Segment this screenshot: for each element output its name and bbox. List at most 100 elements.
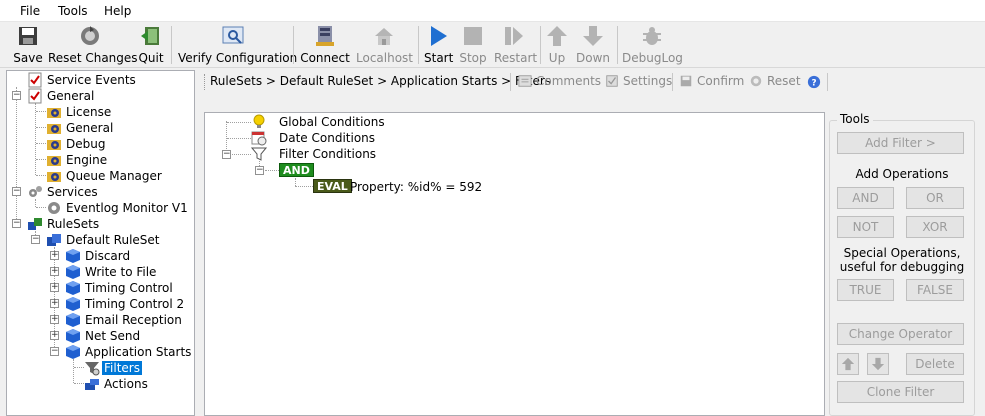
tree-line bbox=[36, 111, 46, 112]
stop-icon bbox=[464, 27, 482, 45]
and-button[interactable]: AND bbox=[837, 187, 894, 209]
reset-changes-button[interactable]: Reset Changes bbox=[48, 24, 138, 66]
reset-icon bbox=[750, 75, 762, 87]
help-icon[interactable]: ? bbox=[807, 75, 821, 89]
calendar-icon bbox=[251, 131, 267, 146]
toolbar-grip bbox=[204, 74, 206, 90]
collapse-toggle[interactable]: − bbox=[222, 150, 231, 159]
comments-button[interactable]: Comments bbox=[518, 73, 606, 91]
and-operator-badge[interactable]: AND bbox=[279, 163, 314, 177]
rule-cube-icon bbox=[66, 249, 80, 263]
add-filter-button[interactable]: Add Filter > bbox=[837, 132, 964, 154]
expand-toggle[interactable]: + bbox=[50, 267, 59, 276]
toolbar-separator bbox=[540, 26, 541, 64]
collapse-toggle[interactable]: − bbox=[50, 347, 59, 356]
tools-panel: Tools Add Filter > Add Operations AND OR… bbox=[829, 112, 975, 416]
content-toolbar: RuleSets > Default RuleSet > Application… bbox=[200, 70, 985, 94]
menu-file[interactable]: File bbox=[20, 4, 40, 18]
start-button[interactable]: Start bbox=[424, 24, 453, 66]
rule-cube-icon bbox=[66, 313, 80, 327]
tree-line bbox=[295, 178, 296, 186]
verify-configuration-icon bbox=[222, 26, 244, 44]
toolbar-separator bbox=[827, 73, 828, 91]
quit-button[interactable]: Quit bbox=[136, 24, 166, 66]
tree-line bbox=[36, 207, 46, 208]
filter-icon bbox=[85, 362, 100, 376]
collapse-toggle[interactable]: − bbox=[12, 91, 21, 100]
add-operations-label: Add Operations bbox=[855, 167, 949, 181]
stop-button[interactable]: Stop bbox=[458, 24, 488, 66]
tree-line bbox=[35, 199, 36, 207]
checklist-icon bbox=[28, 72, 42, 88]
collapse-toggle[interactable]: − bbox=[12, 187, 21, 196]
bug-icon bbox=[643, 27, 661, 45]
toolbar-separator bbox=[510, 73, 511, 91]
collapse-toggle[interactable]: − bbox=[12, 219, 21, 228]
configuration-tree[interactable]: Service Events − General License General… bbox=[6, 70, 195, 416]
up-button[interactable]: Up bbox=[545, 24, 569, 66]
eval-filter-badge[interactable]: EVAL bbox=[313, 179, 352, 193]
save-button[interactable]: Save bbox=[12, 24, 44, 66]
reset-changes-icon bbox=[81, 26, 99, 45]
settings-folder-icon bbox=[47, 172, 61, 182]
move-up-button[interactable] bbox=[837, 353, 859, 375]
collapse-toggle[interactable]: − bbox=[255, 166, 264, 175]
gears-icon bbox=[29, 186, 42, 197]
not-button[interactable]: NOT bbox=[837, 216, 894, 238]
tree-line bbox=[35, 103, 36, 175]
tools-title: Tools bbox=[837, 112, 873, 126]
menu-bar: File Tools Help bbox=[0, 0, 985, 22]
expand-toggle[interactable]: + bbox=[50, 251, 59, 260]
confirm-button[interactable]: Confirm bbox=[679, 73, 745, 91]
reset-button[interactable]: Reset bbox=[749, 73, 803, 91]
rulesets-icon bbox=[28, 218, 42, 230]
rule-cube-icon bbox=[66, 281, 80, 295]
connect-button[interactable]: Connect bbox=[300, 24, 350, 66]
delete-button[interactable]: Delete bbox=[906, 353, 964, 375]
clone-filter-button[interactable]: Clone Filter bbox=[837, 381, 964, 403]
expand-toggle[interactable]: + bbox=[50, 331, 59, 340]
special-operations-label: Special Operations, bbox=[843, 246, 961, 260]
toolbar-separator bbox=[617, 26, 618, 64]
localhost-button[interactable]: Localhost bbox=[356, 24, 413, 66]
expand-toggle[interactable]: + bbox=[50, 315, 59, 324]
arrow-down-icon bbox=[583, 26, 603, 46]
true-button[interactable]: TRUE bbox=[837, 279, 894, 301]
lightbulb-icon bbox=[253, 114, 265, 128]
false-button[interactable]: FALSE bbox=[906, 279, 964, 301]
settings-folder-icon bbox=[47, 156, 61, 166]
debuglog-button[interactable]: DebugLog bbox=[622, 24, 683, 66]
special-operations-sublabel: useful for debugging bbox=[839, 260, 965, 274]
tree-line bbox=[74, 367, 84, 368]
restart-button[interactable]: Restart bbox=[494, 24, 537, 66]
xor-button[interactable]: XOR bbox=[906, 216, 964, 238]
comments-icon bbox=[518, 75, 532, 87]
eval-property-text[interactable]: Property: %id% = 592 bbox=[350, 180, 482, 194]
expand-toggle[interactable]: + bbox=[50, 299, 59, 308]
tree-line bbox=[227, 122, 251, 123]
verify-configuration-button[interactable]: Verify Configuration bbox=[178, 24, 297, 66]
expand-toggle[interactable]: + bbox=[50, 283, 59, 292]
collapse-toggle[interactable]: − bbox=[31, 235, 40, 244]
tree-line bbox=[36, 127, 46, 128]
change-operator-button[interactable]: Change Operator bbox=[837, 323, 964, 345]
quit-icon bbox=[141, 27, 159, 45]
menu-help[interactable]: Help bbox=[104, 4, 131, 18]
save-icon bbox=[19, 27, 37, 45]
tree-line bbox=[36, 159, 46, 160]
main-toolbar: Save Reset Changes Quit Verify Configura… bbox=[0, 22, 985, 68]
down-button[interactable]: Down bbox=[575, 24, 611, 66]
or-button[interactable]: OR bbox=[906, 187, 964, 209]
arrow-up-icon bbox=[841, 357, 855, 371]
rule-cube-icon bbox=[66, 265, 80, 279]
actions-icon bbox=[85, 379, 99, 390]
play-icon bbox=[431, 26, 447, 46]
arrow-down-icon bbox=[871, 357, 885, 371]
panel-splitter[interactable] bbox=[196, 70, 199, 416]
menu-tools[interactable]: Tools bbox=[58, 4, 88, 18]
settings-button[interactable]: Settings bbox=[605, 73, 672, 91]
rule-cube-icon bbox=[66, 345, 80, 359]
move-down-button[interactable] bbox=[867, 353, 889, 375]
tree-line bbox=[74, 383, 84, 384]
filter-tree[interactable]: Global Conditions Date Conditions − Filt… bbox=[204, 112, 825, 416]
